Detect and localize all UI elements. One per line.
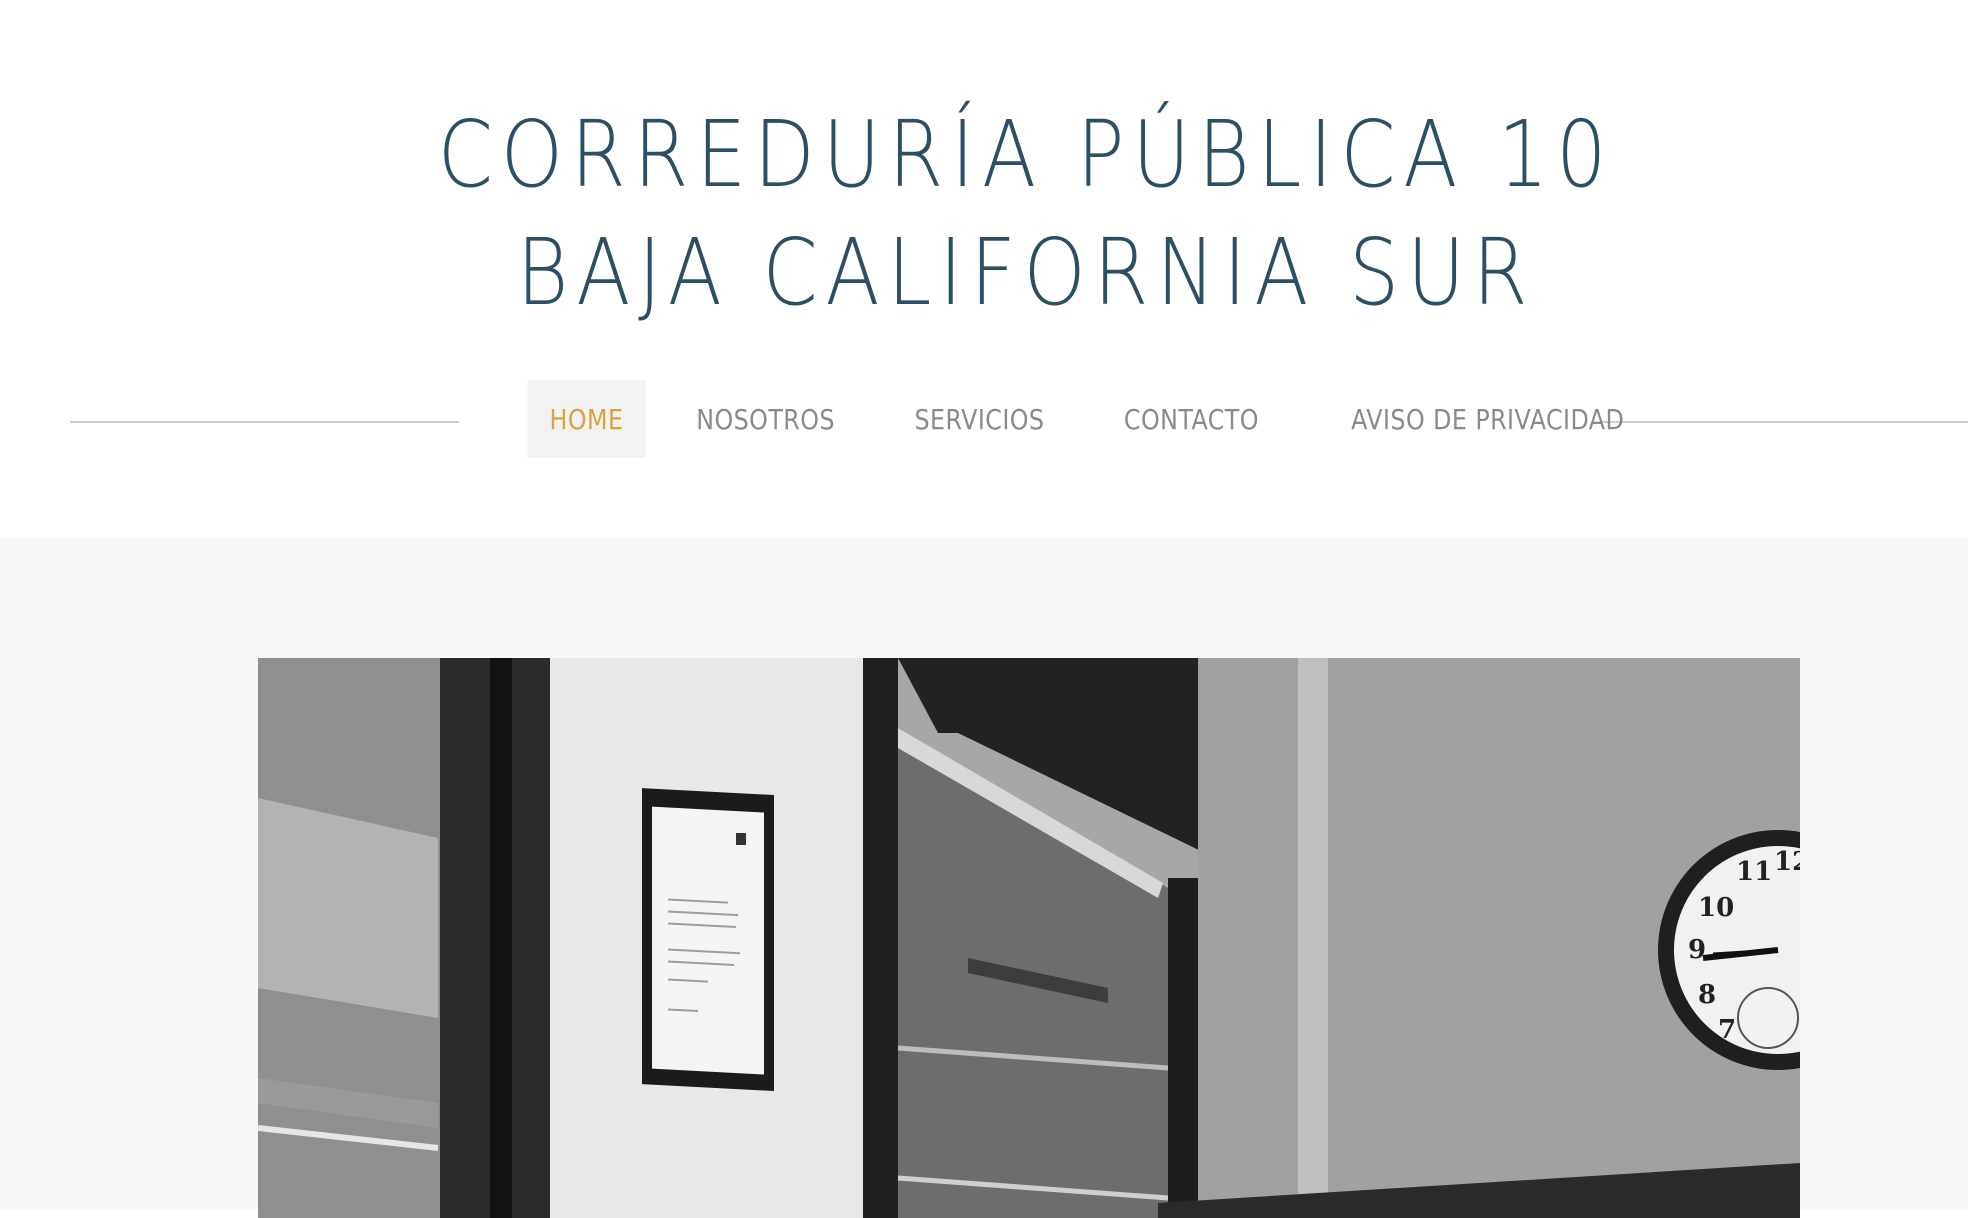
svg-text:8: 8	[1698, 980, 1716, 1010]
site-title[interactable]: CORREDURÍA PÚBLICA 10 BAJA CALIFORNIA SU…	[144, 96, 1909, 332]
hero-section: 10 9 8 7 11 12	[0, 538, 1968, 1218]
svg-text:12: 12	[1774, 847, 1800, 877]
svg-text:11: 11	[1736, 857, 1772, 887]
site-title-line-2: BAJA CALIFORNIA SUR	[516, 219, 1536, 326]
nav-item-nosotros[interactable]: NOSOTROS	[672, 380, 858, 458]
svg-text:7: 7	[1718, 1015, 1736, 1045]
svg-text:10: 10	[1698, 893, 1734, 923]
nav-left-divider	[70, 421, 459, 423]
nav-item-home[interactable]: HOME	[527, 380, 646, 458]
site-title-line-1: CORREDURÍA PÚBLICA 10	[437, 101, 1615, 208]
office-photo: 10 9 8 7 11 12	[258, 658, 1800, 1218]
nav-item-aviso-de-privacidad[interactable]: AVISO DE PRIVACIDAD	[1327, 380, 1648, 458]
site-header: CORREDURÍA PÚBLICA 10 BAJA CALIFORNIA SU…	[0, 0, 1968, 538]
office-photo-illustration: 10 9 8 7 11 12	[258, 658, 1800, 1218]
main-navigation: HOME NOSOTROS SERVICIOS CONTACTO AVISO D…	[517, 380, 1676, 458]
nav-item-contacto[interactable]: CONTACTO	[1100, 380, 1283, 458]
nav-item-servicios[interactable]: SERVICIOS	[891, 380, 1069, 458]
